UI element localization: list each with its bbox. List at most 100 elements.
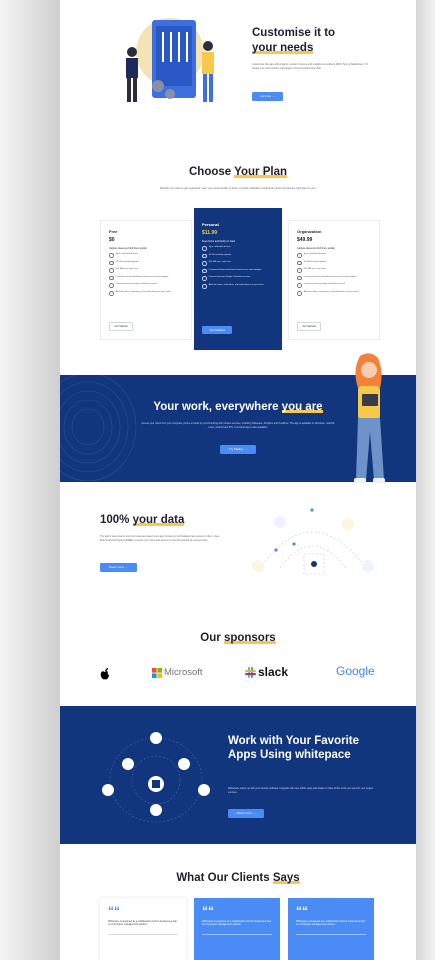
- check-icon: [202, 246, 207, 251]
- slack-hash-icon: [245, 666, 256, 678]
- testimonial-card: ““ Whitepace is designed as a collaborat…: [288, 898, 374, 960]
- check-icon: [202, 253, 207, 259]
- check-icon: [202, 283, 207, 289]
- apple-logo-icon: [100, 667, 110, 680]
- testimonial-text: Whitepace is designed as a collaboration…: [108, 920, 177, 927]
- get-started-button[interactable]: Get Started: [109, 322, 133, 331]
- plan-card-free: Free $0 Capture ideas and find them quic…: [100, 220, 192, 340]
- sponsors-title-a: Our: [200, 632, 224, 644]
- plans-title-a: Choose: [189, 166, 235, 178]
- check-icon: [297, 253, 302, 258]
- plan-price: $11.99: [202, 230, 218, 236]
- plan-feature: Connect primary Google Calendar account: [202, 276, 274, 281]
- plan-feature: Sync unlimited devices: [109, 253, 183, 258]
- customise-description: Customise the app with plugins, custom t…: [252, 63, 369, 70]
- plan-price: $49.99: [297, 237, 313, 243]
- clients-title-b: Says: [272, 872, 300, 884]
- check-icon: [297, 275, 302, 281]
- plan-name: Free: [109, 229, 118, 234]
- check-icon: [202, 261, 207, 266]
- plan-feature: Add due dates, reminders, and notificati…: [297, 290, 371, 296]
- check-icon: [202, 276, 207, 281]
- plan-card-organization: Organization $49.99 Capture ideas and fi…: [288, 220, 380, 340]
- plan-feature: Connect primary Google Calendar account: [297, 283, 371, 288]
- plan-feature: Add due dates, reminders, and notificati…: [202, 283, 274, 289]
- data-title: 100% your data: [100, 514, 185, 526]
- plan-feature: 200 MB max. note size: [109, 268, 183, 273]
- slack-logo: slack: [245, 665, 288, 679]
- plan-feature: Sync unlimited devices: [202, 246, 274, 251]
- left-shadow: [0, 0, 60, 960]
- everywhere-title-a: Your work, everywhere: [153, 401, 282, 413]
- right-shadow: [416, 0, 435, 960]
- check-icon: [109, 275, 114, 281]
- plan-card-personal: Personal $11.99 Keep home and family on …: [194, 208, 282, 350]
- everywhere-description: Access your notes from your computer, ph…: [141, 422, 335, 429]
- sponsors-title: Our sponsors: [60, 632, 416, 644]
- plan-description: Keep home and family on track: [202, 240, 235, 243]
- testimonial-text: Whitepace is designed as a collaboration…: [202, 920, 271, 927]
- testimonial-divider: [296, 933, 366, 935]
- plan-feature: Customize Home dashboard and access extr…: [297, 275, 371, 281]
- plan-feature: Connect primary Google Calendar account: [109, 283, 183, 288]
- plan-feature: 10 GB monthly uploads: [297, 260, 371, 266]
- read-more-button[interactable]: Read more →: [100, 563, 137, 572]
- plan-description: Capture ideas and find them quickly: [109, 247, 148, 250]
- testimonial-divider: [202, 933, 272, 935]
- check-icon: [297, 260, 302, 266]
- check-icon: [297, 290, 302, 296]
- slack-wordmark: slack: [258, 665, 289, 679]
- apps-description: Whitepace teams up with your favorite so…: [228, 787, 374, 794]
- data-title-a: 100%: [100, 514, 133, 526]
- plan-price: $0: [109, 237, 115, 243]
- testimonial-divider: [108, 933, 178, 935]
- plans-title: Choose Your Plan: [60, 166, 416, 178]
- woman-tablet-illustration: [344, 352, 394, 486]
- check-icon: [109, 260, 114, 266]
- microsoft-squares-icon: [152, 667, 162, 678]
- plan-feature: Sync unlimited devices: [297, 253, 371, 258]
- apps-read-more-button[interactable]: Read more →: [228, 809, 264, 818]
- testimonial-card: ““ Whitepace is designed as a collaborat…: [100, 898, 186, 960]
- encryption-diagram: [246, 506, 378, 584]
- check-icon: [109, 268, 114, 273]
- plan-feature: 200 MB max. note size: [202, 261, 274, 266]
- try-taskey-button[interactable]: Try Taskey →: [220, 445, 256, 454]
- check-icon: [202, 268, 207, 274]
- plan-description: Capture ideas and find them quickly: [297, 247, 336, 250]
- check-icon: [109, 253, 114, 258]
- quote-icon: ““: [296, 904, 308, 918]
- plan-feature: 200 MB max. note size: [297, 268, 371, 273]
- check-icon: [297, 268, 302, 273]
- check-icon: [109, 290, 114, 296]
- google-wordmark: Google: [336, 664, 375, 678]
- lets-go-button[interactable]: Let's Go →: [252, 92, 283, 101]
- microsoft-wordmark: Microsoft: [164, 667, 203, 678]
- get-started-button[interactable]: Get Started: [297, 322, 321, 331]
- apps-title: Work with Your Favorite Apps Using white…: [228, 735, 359, 761]
- plan-name: Personal: [202, 222, 219, 227]
- check-icon: [109, 283, 114, 288]
- plan-feature: Add due dates, reminders, and notificati…: [109, 290, 183, 296]
- plan-feature: Customize Home dashboard and access extr…: [202, 268, 274, 274]
- customise-title-line2: your needs: [252, 42, 314, 54]
- sponsors-title-b: sponsors: [223, 632, 276, 644]
- data-title-b: your data: [132, 514, 185, 526]
- microsoft-logo: Microsoft: [152, 667, 203, 678]
- testimonial-card: ““ Whitepace is designed as a collaborat…: [194, 898, 280, 960]
- testimonial-text: Whitepace is designed as a collaboration…: [296, 920, 365, 927]
- customise-title: Customise it to your needs: [252, 26, 335, 56]
- plans-title-b: Your Plan: [234, 166, 287, 178]
- plan-feature: Customize Home dashboard and access extr…: [109, 275, 183, 281]
- clients-title: What Our Clients Says: [60, 872, 416, 884]
- apps-section: Work with Your Favorite Apps Using white…: [60, 706, 416, 844]
- everywhere-title-b: you are: [281, 401, 323, 413]
- plans-subtitle: Whether you want to get organized, keep …: [159, 187, 317, 190]
- apps-orbit-diagram: [102, 732, 210, 823]
- get-started-button[interactable]: Get Started: [202, 326, 232, 334]
- clients-title-a: What Our Clients: [176, 872, 273, 884]
- plan-feature: 10 GB monthly uploads: [202, 253, 274, 259]
- data-description: The app is open source and your notes ar…: [100, 535, 220, 542]
- google-logo: Google: [336, 664, 375, 678]
- customise-title-line1: Customise it to: [252, 27, 336, 39]
